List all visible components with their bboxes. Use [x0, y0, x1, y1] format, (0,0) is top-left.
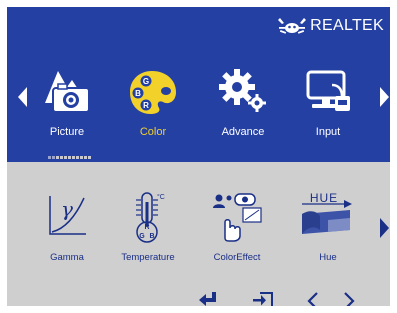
- menu-item-input[interactable]: Input: [288, 63, 368, 143]
- sub-item-label: Gamma: [50, 252, 84, 263]
- picture-icon: [45, 71, 90, 113]
- sub-menu-panel: γ Gamma °C R G B Temperature ColorEffect…: [7, 162, 390, 306]
- crab-logo-icon: [278, 18, 307, 34]
- menu-right-arrow-icon[interactable]: [379, 87, 389, 107]
- menu-item-advance[interactable]: Advance: [203, 63, 283, 143]
- sub-item-label: Temperature: [121, 252, 175, 263]
- sub-item-temperature[interactable]: °C R G B Temperature: [108, 190, 188, 270]
- palette-b-letter: B: [135, 89, 141, 98]
- page-indicator: [48, 156, 91, 159]
- right-chevron-icon[interactable]: [343, 292, 355, 306]
- sub-item-color-effect[interactable]: ColorEffect: [197, 190, 277, 270]
- color-palette-icon: G B R: [130, 71, 176, 114]
- color-effect-icon: [213, 193, 262, 242]
- main-menu-panel: REALTEK Picture G B R Color Advance Inpu…: [7, 7, 390, 162]
- brand-name: REALTEK: [310, 17, 384, 34]
- gears-icon: [219, 69, 266, 112]
- menu-item-label: Color: [139, 126, 167, 138]
- thermo-b-letter: B: [149, 233, 154, 240]
- palette-r-letter: R: [143, 101, 149, 110]
- osd-menu: REALTEK Picture G B R Color Advance Inpu…: [7, 7, 390, 306]
- sub-item-label: ColorEffect: [213, 252, 261, 263]
- menu-item-label: Advance: [221, 126, 265, 138]
- menu-item-label: Picture: [49, 126, 85, 138]
- input-source-icon: [306, 70, 350, 111]
- sub-item-hue[interactable]: HUE Hue: [288, 190, 368, 270]
- menu-item-label: Input: [315, 126, 341, 138]
- sub-item-label: Hue: [319, 252, 337, 263]
- svg-text:γ: γ: [61, 197, 73, 221]
- brand-logo: REALTEK: [277, 16, 384, 36]
- thermo-g-letter: G: [139, 233, 145, 240]
- hue-icon: HUE: [302, 191, 352, 234]
- celsius-unit: °C: [157, 193, 165, 201]
- left-chevron-icon[interactable]: [307, 292, 319, 306]
- palette-g-letter: G: [143, 77, 149, 86]
- thermometer-icon: °C R G B: [136, 192, 165, 243]
- menu-item-picture[interactable]: Picture: [27, 63, 107, 143]
- exit-icon[interactable]: [252, 292, 274, 306]
- menu-item-color[interactable]: G B R Color: [113, 63, 193, 143]
- sub-menu-right-arrow-icon[interactable]: [379, 218, 389, 238]
- thermo-r-letter: R: [144, 224, 149, 231]
- hue-icon-text: HUE: [310, 191, 338, 205]
- enter-icon[interactable]: [199, 291, 219, 306]
- gamma-curve-icon: γ: [49, 196, 86, 235]
- sub-item-gamma[interactable]: γ Gamma: [27, 190, 107, 270]
